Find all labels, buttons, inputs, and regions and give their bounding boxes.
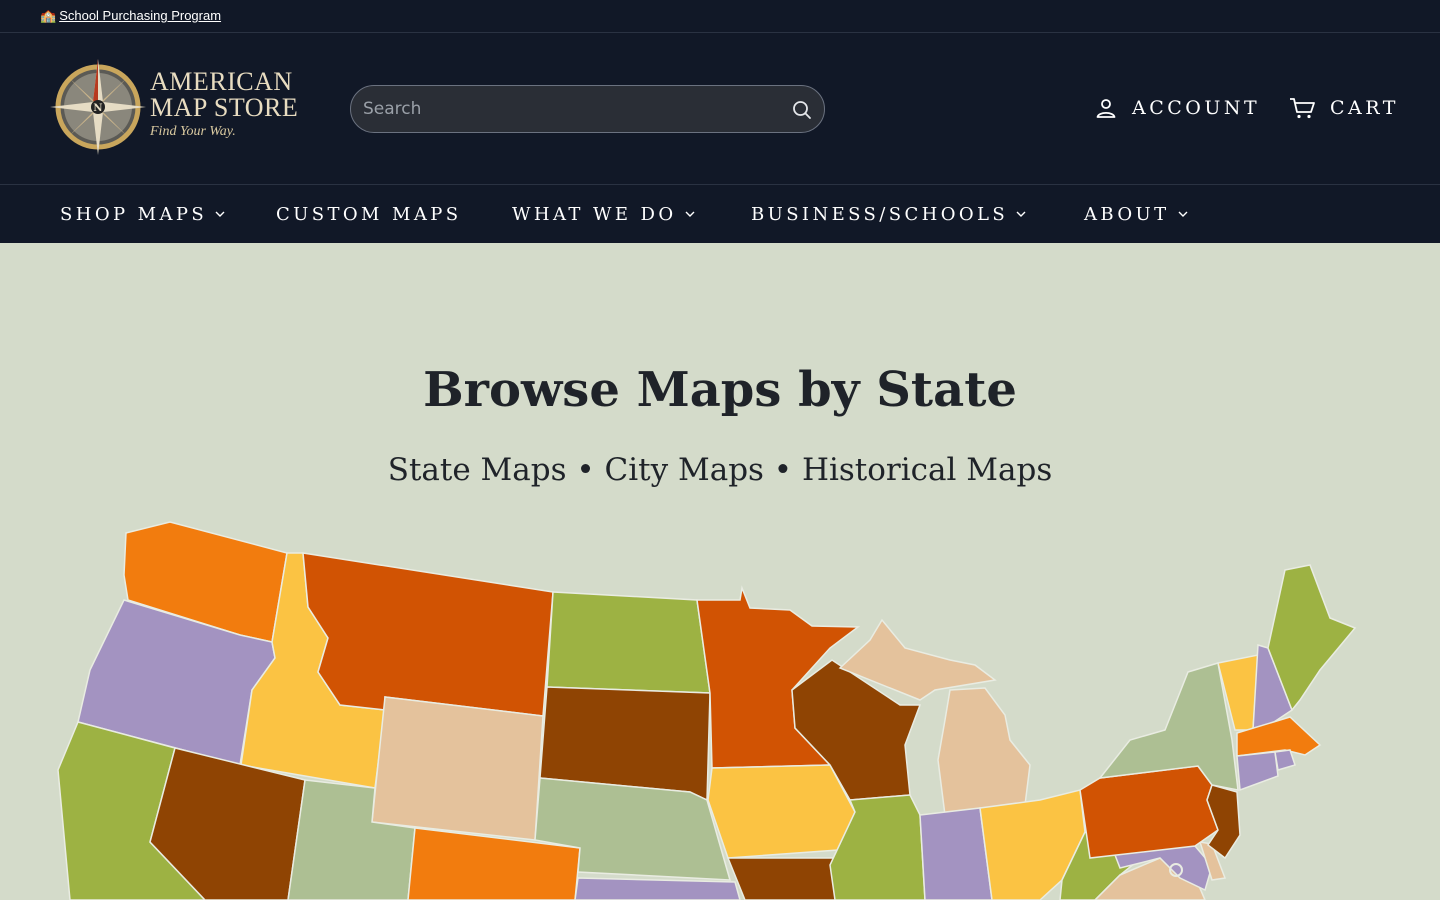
school-purchasing-link[interactable]: 🏫 School Purchasing Program: [40, 8, 221, 24]
logo-wordmark: AMERICAN MAP STORE Find Your Way.: [150, 69, 298, 140]
nav-what-we-do[interactable]: WHAT WE DO: [512, 202, 695, 226]
nav-about-label: ABOUT: [1084, 203, 1170, 225]
page-subtitle: State Maps • City Maps • Historical Maps: [387, 452, 1053, 488]
logo-line-2: MAP STORE: [150, 93, 299, 122]
chevron-down-icon: [685, 211, 694, 217]
user-icon: [1096, 99, 1116, 118]
site-logo[interactable]: N AMERICAN MAP STORE Find Your Way.: [48, 55, 323, 163]
nav-business-schools-label: BUSINESS/SCHOOLS: [751, 203, 1009, 225]
cart-label: CART: [1330, 97, 1399, 119]
nav-business-schools[interactable]: BUSINESS/SCHOOLS: [751, 202, 1026, 226]
chevron-down-icon: [215, 211, 225, 217]
state-wyoming[interactable]: [371, 696, 544, 841]
search-icon[interactable]: [790, 98, 814, 122]
nav-about[interactable]: ABOUT: [1084, 202, 1188, 226]
state-rhode-island[interactable]: [1274, 749, 1296, 771]
state-iowa[interactable]: [707, 764, 856, 859]
search-bar: [350, 85, 825, 133]
search-input[interactable]: [363, 86, 783, 132]
nav-shop-maps[interactable]: SHOP MAPS: [60, 202, 225, 226]
cart-link[interactable]: CART: [1288, 95, 1399, 121]
nav-shop-maps-label: SHOP MAPS: [60, 203, 208, 225]
announcement-bar: 🏫 School Purchasing Program: [0, 0, 1440, 33]
logo-tagline: Find Your Way.: [150, 124, 236, 139]
school-purchasing-label: School Purchasing Program: [59, 8, 222, 23]
nav-what-we-do-label: WHAT WE DO: [512, 203, 677, 225]
school-icon: 🏫: [40, 8, 57, 23]
state-michigan-lower[interactable]: [937, 687, 1031, 816]
account-link[interactable]: ACCOUNT: [1094, 95, 1260, 121]
us-state-map: [57, 521, 1357, 900]
page-title: Browse Maps by State: [423, 362, 1017, 418]
main-nav: SHOP MAPS CUSTOM MAPS WHAT WE DO BUSINES…: [0, 185, 1440, 243]
chevron-down-icon: [1178, 211, 1187, 217]
site-header: N AMERICAN MAP STORE Find Your Way. ACCO…: [0, 33, 1440, 185]
state-pennsylvania[interactable]: [1079, 765, 1219, 859]
chevron-down-icon: [1016, 211, 1026, 217]
nav-custom-maps-label: CUSTOM MAPS: [276, 203, 462, 225]
nav-custom-maps[interactable]: CUSTOM MAPS: [276, 202, 461, 226]
compass-letter: N: [93, 103, 102, 114]
logo-line-1: AMERICAN: [150, 67, 293, 96]
state-kansas[interactable]: [574, 877, 741, 900]
account-label: ACCOUNT: [1132, 97, 1261, 119]
compass-rose-icon: N: [50, 59, 146, 155]
state-montana[interactable]: [302, 552, 554, 717]
state-north-dakota[interactable]: [546, 591, 711, 694]
state-connecticut[interactable]: [1236, 751, 1279, 792]
cart-icon: [1290, 98, 1315, 119]
